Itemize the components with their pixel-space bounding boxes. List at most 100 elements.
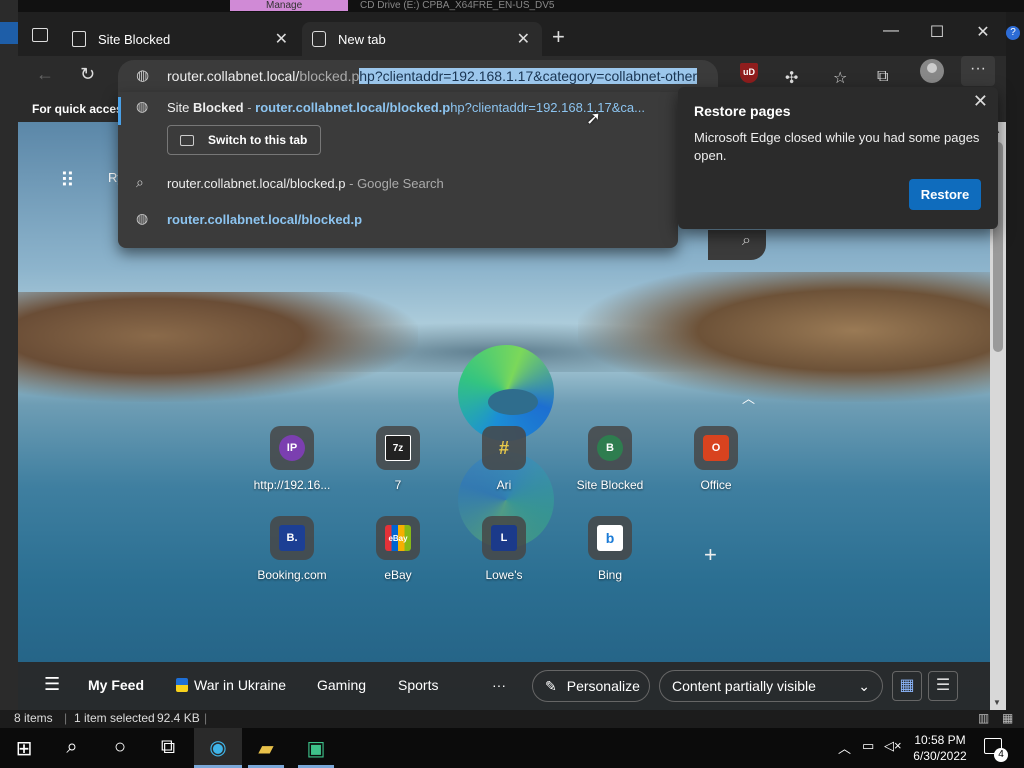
address-path: blocked.p	[299, 68, 360, 84]
restore-pages-message: Microsoft Edge closed while you had some…	[694, 130, 980, 163]
tab-title: Site Blocked	[98, 31, 171, 47]
quick-link-label: Lowe's	[485, 568, 523, 582]
explorer-status-bar: 8 items | 1 item selected 92.4 KB | ▥ ▦	[0, 710, 1024, 728]
quick-link-label: 7	[394, 478, 402, 492]
network-icon[interactable]: ▭	[862, 738, 874, 754]
quick-link[interactable]: O Office	[666, 426, 766, 492]
help-icon[interactable]: ?	[1006, 26, 1020, 40]
quick-link[interactable]: b Bing	[560, 516, 660, 582]
quick-link-icon: IP	[270, 426, 314, 470]
quick-link[interactable]: eBay eBay	[348, 516, 448, 582]
search-box[interactable]: ⌕	[708, 230, 766, 260]
app-taskbar-icon[interactable]: ▣	[292, 736, 340, 761]
quick-link-label: Ari	[496, 478, 512, 492]
quick-link-icon: eBay	[376, 516, 420, 560]
quick-link[interactable]: # Ari	[454, 426, 554, 492]
content-visibility-label: Content partially visible	[672, 678, 816, 694]
tab-title: New tab	[338, 31, 386, 47]
start-windows-icon[interactable]: ⊞	[0, 736, 48, 761]
status-item-count: 8 items	[14, 711, 53, 725]
switch-to-tab-label: Switch to this tab	[208, 133, 308, 147]
suggestion-title: Site	[167, 100, 194, 115]
restore-button[interactable]: Restore	[909, 179, 981, 210]
quick-link-label: Office	[700, 478, 732, 492]
settings-more-button[interactable]: ···	[961, 56, 995, 86]
switch-to-tab-button[interactable]: Switch to this tab	[167, 125, 321, 155]
collections-icon[interactable]: ⧉	[877, 68, 888, 86]
favorites-bar-hint: For quick access	[32, 102, 130, 116]
search-icon[interactable]: ⌕	[48, 736, 96, 759]
file-explorer-icon[interactable]: ▰	[242, 736, 290, 761]
close-icon[interactable]: ✕	[973, 91, 988, 112]
add-shortcut-icon[interactable]: +	[704, 542, 717, 568]
search-icon[interactable]: ⌕	[742, 232, 751, 250]
feed-tab-sports[interactable]: Sports	[398, 677, 438, 693]
show-hidden-icons-chevron[interactable]: ︿	[838, 738, 851, 757]
quick-link[interactable]: B. Booking.com	[242, 516, 342, 582]
feed-tab-war-in-ukraine[interactable]: War in Ukraine	[176, 677, 286, 693]
refresh-icon[interactable]: ↻	[80, 64, 95, 85]
profile-avatar[interactable]	[920, 59, 944, 83]
apps-grid-icon[interactable]: ⠿	[60, 168, 75, 193]
edge-window: Site Blocked ✕ New tab ✕ + — ☐ ✕ ← ↻ ◍ r…	[18, 12, 1006, 710]
large-icons-view-icon[interactable]: ▦	[1002, 711, 1013, 725]
7zip-icon: 7z	[385, 435, 411, 461]
favorites-icon[interactable]: ☆	[833, 68, 847, 88]
booking-icon: B.	[279, 525, 305, 551]
bing-icon: b	[597, 525, 623, 551]
hamburger-menu-icon[interactable]: ☰	[44, 674, 60, 695]
selected-suggestion-indicator	[118, 97, 121, 125]
suggestion-url-entry[interactable]: router.collabnet.local/blocked.p	[167, 212, 362, 227]
quick-link[interactable]: L Lowe's	[454, 516, 554, 582]
quick-link[interactable]: B Site Blocked	[560, 426, 660, 492]
close-window-button[interactable]: ✕	[960, 22, 1006, 42]
quick-link-label: Booking.com	[257, 568, 327, 582]
clock-time: 10:58 PM	[914, 733, 966, 747]
suggestion-title-bold: Blocked	[193, 100, 244, 115]
background-blue-element	[0, 22, 18, 44]
grid-view-icon[interactable]: ▦	[892, 671, 922, 701]
task-view-icon[interactable]: ⧉	[144, 736, 192, 759]
details-view-icon[interactable]: ▥	[978, 711, 989, 725]
suggestion-google-search[interactable]: router.collabnet.local/blocked.p - Googl…	[167, 176, 444, 191]
content-visibility-dropdown[interactable]: Content partially visible ⌄	[659, 670, 883, 702]
edge-taskbar-icon[interactable]: ◉	[194, 728, 242, 768]
feed-tab-gaming[interactable]: Gaming	[317, 677, 366, 693]
quick-link-icon: #	[482, 426, 526, 470]
suggestion-site-blocked[interactable]: Site Blocked - router.collabnet.local/bl…	[167, 100, 645, 115]
minimize-button[interactable]: —	[868, 22, 914, 40]
clock[interactable]: 10:58 PM 6/30/2022	[898, 732, 982, 764]
tab-actions-icon[interactable]	[32, 28, 48, 42]
new-tab-button[interactable]: +	[552, 24, 565, 50]
quick-link-label: Bing	[597, 568, 623, 582]
letter-b-icon: B	[597, 435, 623, 461]
feed-more-button[interactable]: ···	[492, 677, 506, 693]
ebay-icon: eBay	[385, 525, 411, 551]
close-tab-icon[interactable]: ✕	[517, 29, 530, 49]
extensions-icon[interactable]: ✣	[785, 68, 798, 88]
close-tab-icon[interactable]: ✕	[275, 29, 288, 49]
back-icon[interactable]: ←	[36, 64, 54, 85]
personalize-button[interactable]: ✎ Personalize	[532, 670, 650, 702]
quick-link[interactable]: 7z 7	[348, 426, 448, 492]
background-image-hill-right	[578, 272, 990, 402]
clock-date: 6/30/2022	[913, 749, 967, 763]
feed-tab-my-feed[interactable]: My Feed	[88, 677, 144, 693]
address-input[interactable]: router.collabnet.local/blocked.php?clien…	[167, 68, 698, 84]
maximize-button[interactable]: ☐	[914, 22, 960, 42]
list-view-icon[interactable]: ☰	[928, 671, 958, 701]
status-divider: |	[64, 711, 68, 725]
tab-new-tab[interactable]: New tab ✕	[302, 22, 542, 56]
cortana-icon[interactable]: ○	[96, 736, 144, 759]
tab-site-blocked[interactable]: Site Blocked ✕	[62, 22, 300, 56]
suggestion-url: hp?clientaddr=192.168.1.17&ca...	[450, 100, 645, 115]
lowes-icon: L	[491, 525, 517, 551]
scroll-down-arrow[interactable]: ▼	[993, 698, 1001, 707]
quick-link[interactable]: IP http://192.16...	[242, 426, 342, 492]
restore-pages-popup: Restore pages ✕ Microsoft Edge closed wh…	[678, 87, 998, 229]
chevron-up-icon[interactable]: ︿	[742, 388, 755, 407]
notification-count-badge: 4	[994, 748, 1008, 762]
mouse-cursor-icon: ➚	[586, 108, 602, 128]
ublock-extension-icon[interactable]: uD	[740, 63, 758, 83]
address-host: router.collabnet.local/	[167, 68, 300, 84]
